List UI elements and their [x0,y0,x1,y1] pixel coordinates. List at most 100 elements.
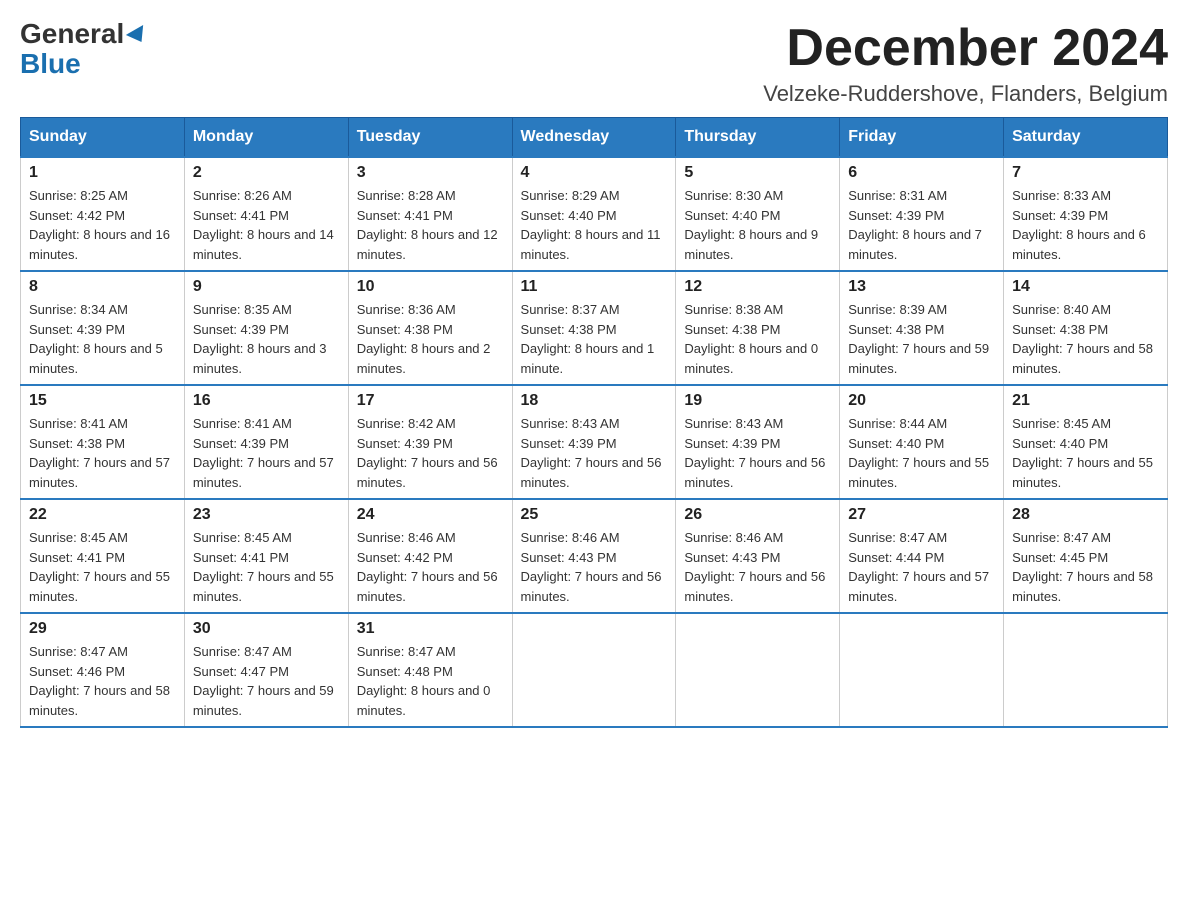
day-number: 5 [684,164,831,182]
calendar-week-1: 1 Sunrise: 8:25 AMSunset: 4:42 PMDaylight… [21,157,1168,271]
day-number: 26 [684,506,831,524]
calendar-cell: 7 Sunrise: 8:33 AMSunset: 4:39 PMDaylight… [1004,157,1168,271]
day-info: Sunrise: 8:47 AMSunset: 4:45 PMDaylight:… [1012,528,1159,606]
calendar-cell: 2 Sunrise: 8:26 AMSunset: 4:41 PMDaylight… [184,157,348,271]
calendar-cell: 25 Sunrise: 8:46 AMSunset: 4:43 PMDayligh… [512,499,676,613]
day-number: 13 [848,278,995,296]
day-header-wednesday: Wednesday [512,118,676,158]
day-info: Sunrise: 8:47 AMSunset: 4:48 PMDaylight:… [357,642,504,720]
calendar-week-4: 22 Sunrise: 8:45 AMSunset: 4:41 PMDayligh… [21,499,1168,613]
day-number: 15 [29,392,176,410]
calendar-cell: 8 Sunrise: 8:34 AMSunset: 4:39 PMDaylight… [21,271,185,385]
calendar-cell: 6 Sunrise: 8:31 AMSunset: 4:39 PMDaylight… [840,157,1004,271]
day-number: 29 [29,620,176,638]
day-number: 19 [684,392,831,410]
day-info: Sunrise: 8:46 AMSunset: 4:43 PMDaylight:… [684,528,831,606]
title-block: December 2024 Velzeke-Ruddershove, Fland… [763,20,1168,107]
day-header-tuesday: Tuesday [348,118,512,158]
day-info: Sunrise: 8:34 AMSunset: 4:39 PMDaylight:… [29,300,176,378]
calendar-cell: 26 Sunrise: 8:46 AMSunset: 4:43 PMDayligh… [676,499,840,613]
calendar-cell: 3Sunrise: 8:28 AMSunset: 4:41 PMDaylight… [348,157,512,271]
day-info: Sunrise: 8:35 AMSunset: 4:39 PMDaylight:… [193,300,340,378]
logo-general: General [20,20,148,48]
calendar-cell: 27 Sunrise: 8:47 AMSunset: 4:44 PMDayligh… [840,499,1004,613]
calendar-cell: 16 Sunrise: 8:41 AMSunset: 4:39 PMDayligh… [184,385,348,499]
logo-blue: Blue [20,48,81,80]
day-number: 7 [1012,164,1159,182]
calendar-cell: 15Sunrise: 8:41 AMSunset: 4:38 PMDayligh… [21,385,185,499]
day-info: Sunrise: 8:43 AMSunset: 4:39 PMDaylight:… [521,414,668,492]
day-number: 22 [29,506,176,524]
calendar-cell: 24Sunrise: 8:46 AMSunset: 4:42 PMDayligh… [348,499,512,613]
day-number: 20 [848,392,995,410]
day-header-monday: Monday [184,118,348,158]
day-number: 30 [193,620,340,638]
day-info: Sunrise: 8:41 AMSunset: 4:39 PMDaylight:… [193,414,340,492]
calendar-week-2: 8 Sunrise: 8:34 AMSunset: 4:39 PMDaylight… [21,271,1168,385]
day-number: 17 [357,392,504,410]
day-number: 25 [521,506,668,524]
day-info: Sunrise: 8:45 AMSunset: 4:41 PMDaylight:… [193,528,340,606]
calendar-week-5: 29 Sunrise: 8:47 AMSunset: 4:46 PMDayligh… [21,613,1168,727]
day-info: Sunrise: 8:47 AMSunset: 4:47 PMDaylight:… [193,642,340,720]
calendar-cell: 31Sunrise: 8:47 AMSunset: 4:48 PMDayligh… [348,613,512,727]
calendar-cell: 10Sunrise: 8:36 AMSunset: 4:38 PMDayligh… [348,271,512,385]
day-number: 3 [357,164,504,182]
day-number: 8 [29,278,176,296]
day-header-saturday: Saturday [1004,118,1168,158]
calendar-cell: 5 Sunrise: 8:30 AMSunset: 4:40 PMDaylight… [676,157,840,271]
logo-triangle-icon [126,25,150,47]
day-info: Sunrise: 8:26 AMSunset: 4:41 PMDaylight:… [193,186,340,264]
day-number: 27 [848,506,995,524]
day-info: Sunrise: 8:36 AMSunset: 4:38 PMDaylight:… [357,300,504,378]
day-info: Sunrise: 8:47 AMSunset: 4:46 PMDaylight:… [29,642,176,720]
day-number: 9 [193,278,340,296]
day-info: Sunrise: 8:45 AMSunset: 4:40 PMDaylight:… [1012,414,1159,492]
month-title: December 2024 [763,20,1168,77]
calendar-cell: 14 Sunrise: 8:40 AMSunset: 4:38 PMDayligh… [1004,271,1168,385]
day-info: Sunrise: 8:40 AMSunset: 4:38 PMDaylight:… [1012,300,1159,378]
day-number: 12 [684,278,831,296]
day-number: 2 [193,164,340,182]
calendar-cell: 30 Sunrise: 8:47 AMSunset: 4:47 PMDayligh… [184,613,348,727]
day-number: 6 [848,164,995,182]
calendar-cell [676,613,840,727]
day-info: Sunrise: 8:25 AMSunset: 4:42 PMDaylight:… [29,186,176,264]
day-number: 16 [193,392,340,410]
day-info: Sunrise: 8:42 AMSunset: 4:39 PMDaylight:… [357,414,504,492]
day-number: 1 [29,164,176,182]
day-number: 28 [1012,506,1159,524]
day-info: Sunrise: 8:33 AMSunset: 4:39 PMDaylight:… [1012,186,1159,264]
day-info: Sunrise: 8:43 AMSunset: 4:39 PMDaylight:… [684,414,831,492]
day-info: Sunrise: 8:46 AMSunset: 4:42 PMDaylight:… [357,528,504,606]
calendar-cell: 17 Sunrise: 8:42 AMSunset: 4:39 PMDayligh… [348,385,512,499]
calendar-cell: 12 Sunrise: 8:38 AMSunset: 4:38 PMDayligh… [676,271,840,385]
calendar-cell: 9 Sunrise: 8:35 AMSunset: 4:39 PMDaylight… [184,271,348,385]
calendar-cell: 23Sunrise: 8:45 AMSunset: 4:41 PMDayligh… [184,499,348,613]
day-info: Sunrise: 8:38 AMSunset: 4:38 PMDaylight:… [684,300,831,378]
day-info: Sunrise: 8:46 AMSunset: 4:43 PMDaylight:… [521,528,668,606]
calendar-cell: 19 Sunrise: 8:43 AMSunset: 4:39 PMDayligh… [676,385,840,499]
day-info: Sunrise: 8:44 AMSunset: 4:40 PMDaylight:… [848,414,995,492]
day-number: 11 [521,278,668,296]
day-number: 14 [1012,278,1159,296]
calendar-cell: 22Sunrise: 8:45 AMSunset: 4:41 PMDayligh… [21,499,185,613]
calendar-cell [512,613,676,727]
location-title: Velzeke-Ruddershove, Flanders, Belgium [763,81,1168,107]
calendar-cell: 21 Sunrise: 8:45 AMSunset: 4:40 PMDayligh… [1004,385,1168,499]
day-info: Sunrise: 8:37 AMSunset: 4:38 PMDaylight:… [521,300,668,378]
day-info: Sunrise: 8:30 AMSunset: 4:40 PMDaylight:… [684,186,831,264]
calendar-header-row: SundayMondayTuesdayWednesdayThursdayFrid… [21,118,1168,158]
day-number: 21 [1012,392,1159,410]
calendar-cell: 18 Sunrise: 8:43 AMSunset: 4:39 PMDayligh… [512,385,676,499]
calendar-cell: 1 Sunrise: 8:25 AMSunset: 4:42 PMDaylight… [21,157,185,271]
page-header: General Blue December 2024 Velzeke-Rudde… [20,20,1168,107]
day-header-friday: Friday [840,118,1004,158]
calendar-cell: 4Sunrise: 8:29 AMSunset: 4:40 PMDaylight… [512,157,676,271]
day-number: 18 [521,392,668,410]
calendar-cell [840,613,1004,727]
day-info: Sunrise: 8:47 AMSunset: 4:44 PMDaylight:… [848,528,995,606]
calendar-cell: 20 Sunrise: 8:44 AMSunset: 4:40 PMDayligh… [840,385,1004,499]
day-info: Sunrise: 8:31 AMSunset: 4:39 PMDaylight:… [848,186,995,264]
day-header-thursday: Thursday [676,118,840,158]
